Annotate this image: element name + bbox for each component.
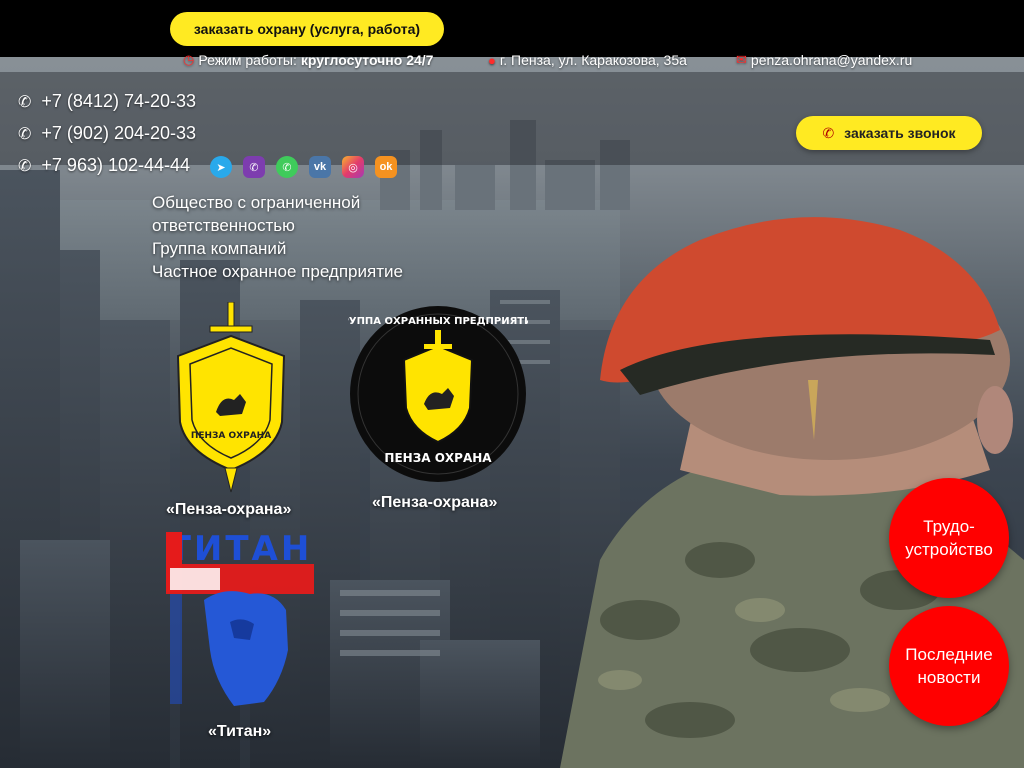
- shield-logo-caption: «Пенза-охрана»: [166, 501, 292, 518]
- phone-icon: ✆: [18, 125, 32, 143]
- address-text: г. Пенза, ул. Каракозова, 35а: [499, 52, 687, 68]
- phone-1-text[interactable]: +7 (8412) 74-20-33: [41, 91, 196, 112]
- round-ring-text: ГРУППА ОХРАННЫХ ПРЕДПРИЯТИЙ: [348, 314, 528, 327]
- address: ● г. Пенза, ул. Каракозова, 35а: [488, 52, 687, 68]
- viber-icon[interactable]: ✆: [243, 156, 265, 178]
- contact-info-row: ◷ Режим работы: круглосуточно 24/7 ● г. …: [0, 52, 1024, 72]
- company-line-2: ответственностью: [152, 216, 295, 235]
- round-logo-caption: «Пенза-охрана»: [372, 494, 498, 511]
- titan-logo[interactable]: ТИТАН: [164, 529, 316, 716]
- request-call-label: заказать звонок: [844, 125, 956, 141]
- whatsapp-icon[interactable]: ✆: [276, 156, 298, 178]
- top-bar: заказать охрану (услуга, работа): [0, 0, 1024, 57]
- social-links: ➤ ✆ ✆ vk ◎ ok: [210, 156, 397, 178]
- shield-logo[interactable]: ПЕНЗА ОХРАНА: [168, 301, 294, 494]
- instagram-icon[interactable]: ◎: [342, 156, 364, 178]
- company-line-1: Общество с ограниченной: [152, 193, 361, 212]
- titan-word-text: ТИТАН: [168, 530, 313, 569]
- company-line-3: Группа компаний: [152, 239, 287, 258]
- envelope-icon: ✉: [736, 52, 747, 67]
- phone-2-text[interactable]: +7 (902) 204-20-33: [41, 123, 196, 144]
- company-description: Общество с ограниченной ответственностью…: [152, 191, 403, 283]
- round-logo[interactable]: ГРУППА ОХРАННЫХ ПРЕДПРИЯТИЙ ПЕНЗА ОХРАНА: [335, 304, 541, 484]
- clock-icon: ◷: [183, 52, 195, 67]
- round-name-text: ПЕНЗА ОХРАНА: [384, 451, 492, 465]
- employment-button[interactable]: Трудо-устройство: [889, 478, 1009, 598]
- email[interactable]: ✉ penza.ohrana@yandex.ru: [736, 52, 912, 68]
- hours-value: круглосуточно 24/7: [300, 52, 434, 68]
- company-line-4: Частное охранное предприятие: [152, 262, 403, 281]
- phone-3[interactable]: ✆ +7 963) 102-44-44: [18, 155, 190, 176]
- phone-icon: ✆: [822, 124, 835, 141]
- titan-emblem-icon: ТИТАН: [166, 529, 314, 706]
- odnoklassniki-icon[interactable]: ok: [375, 156, 397, 178]
- email-text[interactable]: penza.ohrana@yandex.ru: [751, 52, 912, 68]
- working-hours: ◷ Режим работы: круглосуточно 24/7: [183, 52, 433, 68]
- shield-name-text: ПЕНЗА ОХРАНА: [191, 431, 271, 441]
- order-security-button[interactable]: заказать охрану (услуга, работа): [170, 12, 444, 46]
- hours-label: Режим работы:: [198, 52, 297, 68]
- round-emblem-icon: ГРУППА ОХРАННЫХ ПРЕДПРИЯТИЙ ПЕНЗА ОХРАНА: [335, 306, 541, 482]
- titan-logo-caption: «Титан»: [208, 723, 272, 740]
- employment-label: Трудо-устройство: [905, 517, 993, 559]
- vk-icon[interactable]: vk: [309, 156, 331, 178]
- phone-3-text[interactable]: +7 963) 102-44-44: [41, 155, 190, 176]
- telegram-icon[interactable]: ➤: [210, 156, 232, 178]
- request-call-button[interactable]: ✆ заказать звонок: [796, 116, 982, 150]
- phone-icon: ✆: [18, 93, 32, 111]
- latest-news-label: Последние новости: [905, 645, 993, 687]
- latest-news-button[interactable]: Последние новости: [889, 606, 1009, 726]
- phone-1[interactable]: ✆ +7 (8412) 74-20-33: [18, 91, 196, 112]
- phone-icon: ✆: [18, 157, 32, 175]
- shield-emblem-icon: ПЕНЗА ОХРАНА: [176, 301, 286, 493]
- map-pin-icon: ●: [488, 52, 496, 68]
- phone-2[interactable]: ✆ +7 (902) 204-20-33: [18, 123, 196, 144]
